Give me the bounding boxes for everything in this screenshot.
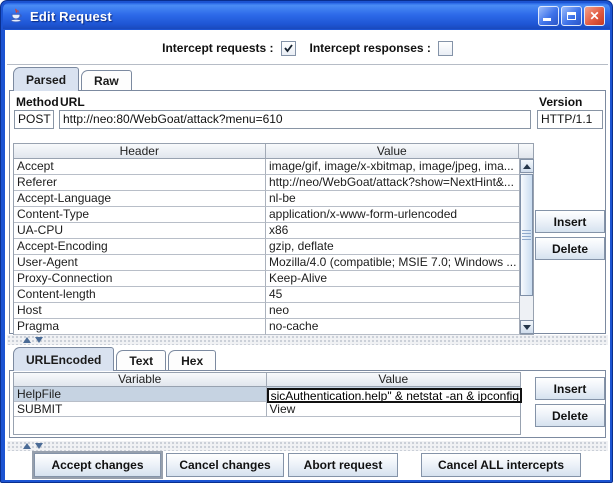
- body-pane-body: Variable Value HelpFile SUBMIT View sicA…: [9, 370, 606, 438]
- intercept-requests-checkbox[interactable]: [281, 41, 296, 56]
- split-divider[interactable]: [7, 335, 608, 345]
- scrollbar-thumb[interactable]: [520, 174, 533, 296]
- table-row[interactable]: Accept-Languagenl-be: [14, 191, 533, 207]
- collapse-down-icon[interactable]: [35, 443, 43, 449]
- table-row[interactable]: Pragmano-cache: [14, 319, 533, 335]
- intercept-row: Intercept requests : Intercept responses…: [5, 36, 610, 60]
- method-label: Method: [16, 95, 59, 109]
- separator: [7, 64, 608, 65]
- collapse-up-icon[interactable]: [23, 337, 31, 343]
- tab-parsed[interactable]: Parsed: [13, 67, 79, 91]
- body-tabstrip: URLEncoded Text Hex: [13, 347, 218, 370]
- tab-raw[interactable]: Raw: [81, 70, 132, 90]
- close-icon: ✕: [589, 10, 599, 22]
- column-header[interactable]: Header: [14, 144, 266, 158]
- cancel-all-intercepts-button[interactable]: Cancel ALL intercepts: [421, 453, 581, 477]
- table-row[interactable]: SUBMIT View: [14, 402, 520, 417]
- params-insert-button[interactable]: Insert: [535, 377, 605, 400]
- table-row[interactable]: Content-Typeapplication/x-www-form-urlen…: [14, 207, 533, 223]
- request-tabstrip: Parsed Raw: [13, 67, 134, 90]
- cancel-changes-button[interactable]: Cancel changes: [166, 453, 284, 477]
- headers-insert-button[interactable]: Insert: [535, 210, 605, 233]
- tab-hex[interactable]: Hex: [168, 350, 216, 370]
- collapse-up-icon[interactable]: [23, 443, 31, 449]
- params-table: Variable Value HelpFile SUBMIT View sicA…: [13, 372, 521, 435]
- intercept-responses-label: Intercept responses :: [310, 41, 431, 55]
- maximize-icon: [567, 12, 576, 20]
- accept-changes-button[interactable]: Accept changes: [34, 453, 161, 477]
- version-field[interactable]: HTTP/1.1: [537, 110, 603, 129]
- table-row[interactable]: Acceptimage/gif, image/x-xbitmap, image/…: [14, 159, 533, 175]
- url-label: URL: [60, 95, 85, 109]
- close-button[interactable]: ✕: [584, 6, 605, 26]
- tab-text[interactable]: Text: [116, 350, 166, 370]
- abort-request-button[interactable]: Abort request: [288, 453, 398, 477]
- column-header[interactable]: Variable: [14, 373, 267, 386]
- table-row[interactable]: Accept-Encodinggzip, deflate: [14, 239, 533, 255]
- params-delete-button[interactable]: Delete: [535, 404, 605, 427]
- table-row[interactable]: Content-length45: [14, 287, 533, 303]
- column-header[interactable]: Value: [266, 144, 520, 158]
- edit-request-window: Edit Request ✕ Intercept requests : Inte…: [0, 0, 613, 483]
- params-table-header: Variable Value: [14, 373, 520, 387]
- column-header[interactable]: Value: [267, 373, 521, 386]
- minimize-icon: [543, 18, 551, 21]
- maximize-button[interactable]: [561, 6, 582, 26]
- url-field[interactable]: http://neo:80/WebGoat/attack?menu=610: [59, 110, 531, 129]
- arrow-down-icon: [523, 325, 531, 330]
- table-row[interactable]: Refererhttp://neo/WebGoat/attack?show=Ne…: [14, 175, 533, 191]
- checkmark-icon: [283, 43, 294, 54]
- tab-urlencoded[interactable]: URLEncoded: [13, 347, 114, 371]
- intercept-responses-checkbox[interactable]: [438, 41, 453, 56]
- thumb-grip-icon: [522, 230, 531, 240]
- dialog-content: Intercept requests : Intercept responses…: [5, 30, 610, 480]
- title-bar[interactable]: Edit Request ✕: [3, 3, 610, 29]
- split-divider[interactable]: [7, 441, 608, 451]
- header-corner: [519, 144, 533, 158]
- table-row[interactable]: Hostneo: [14, 303, 533, 319]
- window-title: Edit Request: [30, 9, 112, 24]
- table-row[interactable]: UA-CPUx86: [14, 223, 533, 239]
- request-tabpane: Parsed Raw Method URL Version POST http:…: [9, 67, 606, 334]
- java-icon: [8, 8, 24, 24]
- headers-delete-button[interactable]: Delete: [535, 237, 605, 260]
- headers-table: Header Value Acceptimage/gif, image/x-xb…: [13, 143, 534, 335]
- version-label: Version: [539, 95, 582, 109]
- table-row[interactable]: User-AgentMozilla/4.0 (compatible; MSIE …: [14, 255, 533, 271]
- value-cell-editor[interactable]: sicAuthentication.help" & netstat -an & …: [267, 388, 522, 403]
- request-pane-body: Method URL Version POST http://neo:80/We…: [9, 90, 606, 334]
- minimize-button[interactable]: [538, 6, 559, 26]
- method-field[interactable]: POST: [14, 110, 54, 129]
- scroll-down-button[interactable]: [520, 320, 534, 334]
- intercept-requests-label: Intercept requests :: [162, 41, 273, 55]
- body-tabpane: URLEncoded Text Hex Variable Value HelpF…: [9, 347, 606, 438]
- scroll-up-button[interactable]: [520, 159, 534, 173]
- table-row[interactable]: Proxy-ConnectionKeep-Alive: [14, 271, 533, 287]
- collapse-down-icon[interactable]: [35, 337, 43, 343]
- headers-table-header: Header Value: [14, 144, 533, 159]
- headers-scrollbar[interactable]: [519, 159, 533, 334]
- arrow-up-icon: [523, 164, 531, 169]
